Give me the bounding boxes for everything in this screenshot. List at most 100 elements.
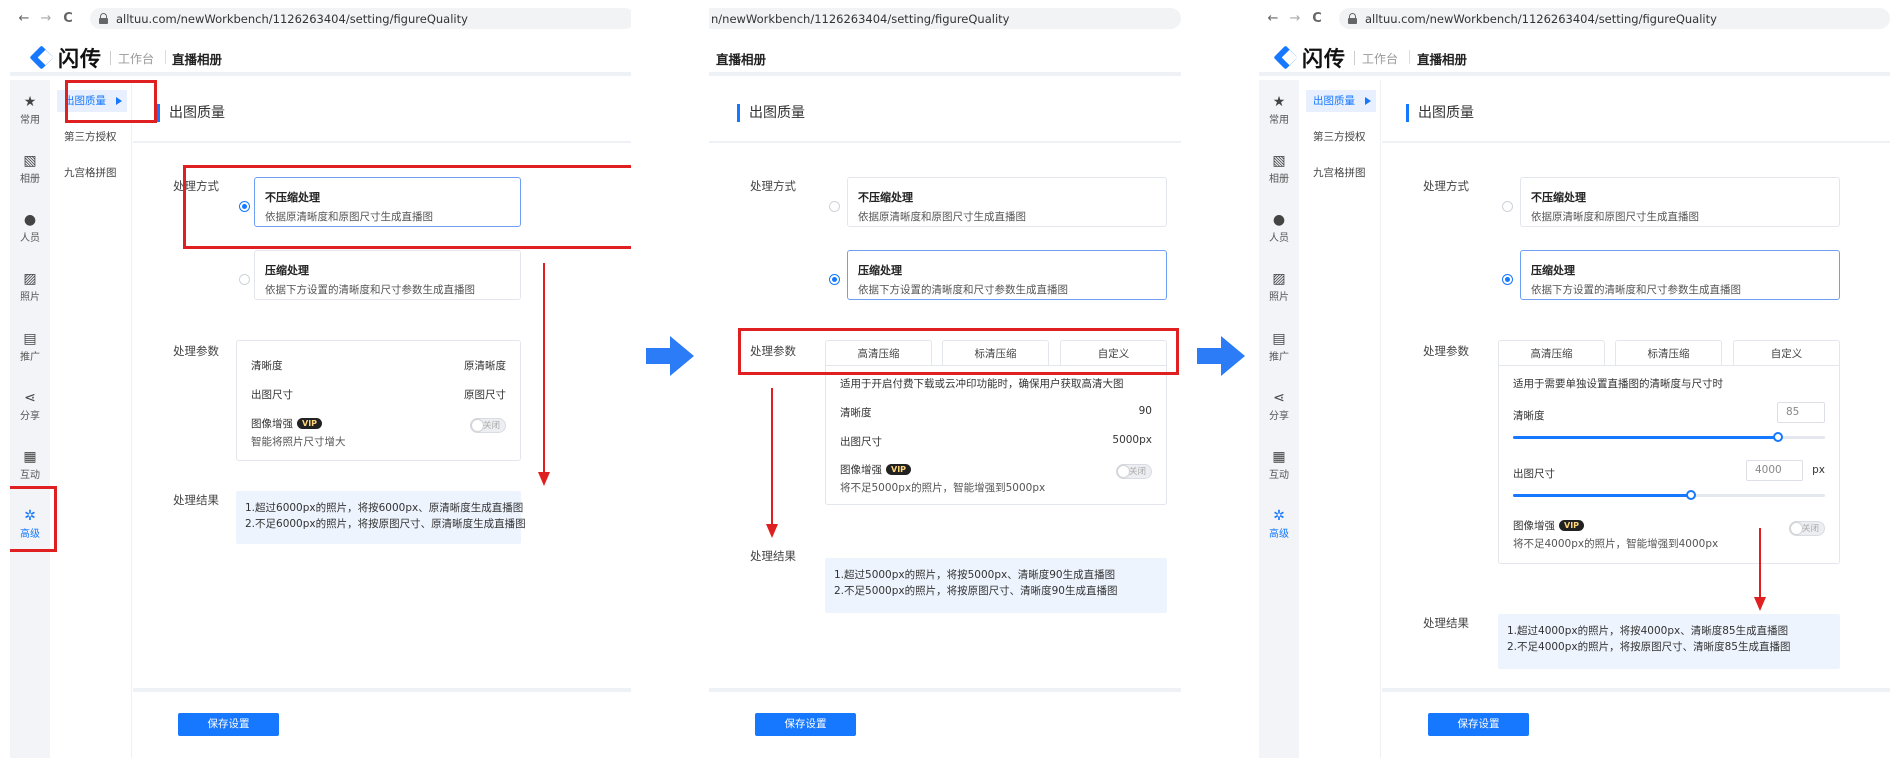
annotation-arrow	[771, 388, 773, 525]
submenu-third-party[interactable]: 第三方授权	[1306, 126, 1376, 148]
save-button[interactable]: 保存设置	[1428, 713, 1529, 736]
save-button[interactable]: 保存设置	[755, 713, 856, 736]
main-content: 出图质量 处理方式 不压缩处理 依据原清晰度和原图尺寸生成直播图 压缩处理 依据…	[709, 80, 1181, 758]
clarity-input[interactable]: 85	[1777, 402, 1825, 423]
tutorial-collage: ← → C alltuu.com/newWorkbench/1126263404…	[0, 0, 1890, 758]
app-header: 闪传 工作台 直播相册	[1259, 40, 1890, 76]
address-bar[interactable]: alltuu.com/newWorkbench/1126263404/setti…	[90, 8, 631, 29]
reload-icon[interactable]: C	[58, 11, 78, 26]
option-nocompress[interactable]: 不压缩处理 依据原清晰度和原图尺寸生成直播图	[1520, 177, 1840, 227]
url-text: n/newWorkbench/1126263404/setting/figure…	[711, 11, 1010, 26]
nav-item-common[interactable]: ★ 常用	[10, 94, 50, 126]
logo-name: 闪传	[58, 47, 102, 71]
lock-icon	[99, 13, 108, 24]
nav-item-common[interactable]: ★ 常用	[1259, 94, 1299, 126]
nav-item-share[interactable]: ⋖ 分享	[10, 390, 50, 422]
annotation-arrow-head	[1754, 597, 1766, 611]
option-nocompress[interactable]: 不压缩处理 依据原清晰度和原图尺寸生成直播图	[847, 177, 1167, 227]
radio-compress[interactable]	[1502, 274, 1513, 285]
tab-sd-compress[interactable]: 标清压缩	[1615, 340, 1722, 366]
nav-item-photos[interactable]: ▨ 照片	[1259, 271, 1299, 303]
url-text: alltuu.com/newWorkbench/1126263404/setti…	[116, 11, 468, 26]
enhance-toggle[interactable]: 关闭	[1789, 521, 1825, 536]
chat-icon: ▦	[1272, 449, 1286, 465]
submenu-third-party[interactable]: 第三方授权	[57, 126, 127, 148]
params-box: 清晰度 原清晰度 出图尺寸 原图尺寸 图像增强 VIP 智能将照片尺寸增大 关闭	[236, 340, 521, 461]
nav-item-promote[interactable]: ▤ 推广	[10, 331, 50, 363]
option-compress[interactable]: 压缩处理 依据下方设置的清晰度和尺寸参数生成直播图	[1520, 250, 1840, 300]
nav-item-interact[interactable]: ▦ 互动	[1259, 449, 1299, 481]
nav-item-album[interactable]: ▧ 相册	[10, 153, 50, 185]
enhance-toggle[interactable]: 关闭	[1116, 464, 1152, 479]
settings-submenu: 出图质量 第三方授权 九宫格拼图	[50, 80, 132, 758]
enhance-toggle[interactable]: 关闭	[470, 418, 506, 433]
nav-item-interact[interactable]: ▦ 互动	[10, 449, 50, 481]
address-bar[interactable]: alltuu.com/newWorkbench/1126263404/setti…	[1339, 8, 1890, 29]
reload-icon[interactable]: C	[1307, 11, 1327, 26]
star-icon: ★	[1272, 94, 1286, 110]
icon-nav: ★ 常用 ▧ 相册 ● 人员 ▨ 照片 ▤ 推广 ⋖ 分享 ▦ 互动 ✲ 高级	[10, 80, 50, 758]
radio-compress[interactable]	[239, 274, 250, 285]
nav-item-people[interactable]: ● 人员	[1259, 212, 1299, 244]
nav-item-photos[interactable]: ▨ 照片	[10, 271, 50, 303]
highlight-image-quality	[65, 80, 157, 123]
nav-item-album[interactable]: ▧ 相册	[1259, 153, 1299, 185]
vip-badge: VIP	[1559, 520, 1585, 531]
clarity-slider[interactable]	[1513, 432, 1825, 442]
gear-icon: ✲	[1273, 508, 1285, 524]
submenu-nine-grid[interactable]: 九宫格拼图	[57, 162, 127, 184]
address-bar[interactable]: n/newWorkbench/1126263404/setting/figure…	[709, 8, 1181, 29]
radio-nocompress[interactable]	[1502, 201, 1513, 212]
back-icon[interactable]: ←	[1263, 11, 1283, 26]
app-header: 直播相册	[709, 40, 1181, 76]
logo[interactable]: 闪传 工作台	[1274, 43, 1398, 73]
footer-bar: 保存设置	[133, 688, 631, 758]
section-title: 出图质量	[737, 104, 805, 122]
flow-arrow-2	[1197, 336, 1245, 376]
size-slider-handle[interactable]	[1685, 490, 1696, 500]
flow-arrow-1	[646, 336, 694, 376]
browser-bar: ← → C alltuu.com/newWorkbench/1126263404…	[10, 6, 631, 31]
submenu-image-quality[interactable]: 出图质量	[1306, 90, 1376, 112]
footer-bar: 保存设置	[1382, 688, 1890, 758]
clarity-slider-handle[interactable]	[1773, 432, 1784, 442]
params-label: 处理参数	[1423, 344, 1469, 358]
app-header: 闪传 工作台 直播相册	[10, 40, 631, 76]
save-button[interactable]: 保存设置	[178, 713, 279, 736]
screenshot-panel-2: n/newWorkbench/1126263404/setting/figure…	[709, 0, 1181, 758]
radio-compress[interactable]	[829, 274, 840, 285]
radio-nocompress[interactable]	[829, 201, 840, 212]
logo[interactable]: 闪传 工作台	[30, 43, 154, 73]
option-compress[interactable]: 压缩处理 依据下方设置的清晰度和尺寸参数生成直播图	[847, 250, 1167, 300]
tab-hd-compress[interactable]: 高清压缩	[1498, 340, 1605, 366]
result-box: 1.超过6000px的照片，将按6000px、原清晰度生成直播图 2.不足600…	[236, 491, 526, 544]
browser-bar: n/newWorkbench/1126263404/setting/figure…	[709, 6, 1181, 31]
tab-custom[interactable]: 自定义	[1733, 340, 1840, 366]
params-label: 处理参数	[173, 344, 219, 358]
result-label: 处理结果	[750, 549, 796, 563]
screenshot-panel-3: ← → C alltuu.com/newWorkbench/1126263404…	[1259, 0, 1890, 758]
back-icon[interactable]: ←	[14, 11, 34, 26]
album-icon: ▧	[1272, 153, 1286, 169]
photo-icon: ▨	[23, 271, 37, 287]
forward-icon[interactable]: →	[1285, 11, 1305, 26]
size-input[interactable]: 4000	[1746, 460, 1803, 481]
highlight-advanced	[10, 486, 57, 552]
annotation-arrow	[1759, 528, 1761, 598]
params-box: 适用于需要单独设置直播图的清晰度与尺寸时 清晰度 85 出图尺寸 4000 px…	[1498, 365, 1840, 564]
size-unit: px	[1812, 464, 1825, 476]
option-compress[interactable]: 压缩处理 依据下方设置的清晰度和尺寸参数生成直播图	[254, 250, 521, 300]
nav-item-share[interactable]: ⋖ 分享	[1259, 390, 1299, 422]
nav-item-people[interactable]: ● 人员	[10, 212, 50, 244]
result-label: 处理结果	[1423, 616, 1469, 630]
size-slider[interactable]	[1513, 490, 1825, 500]
nav-item-advanced[interactable]: ✲ 高级	[1259, 508, 1299, 540]
submenu-nine-grid[interactable]: 九宫格拼图	[1306, 162, 1376, 184]
person-icon: ●	[23, 212, 37, 228]
nav-item-promote[interactable]: ▤ 推广	[1259, 331, 1299, 363]
highlight-method	[183, 165, 631, 249]
forward-icon[interactable]: →	[36, 11, 56, 26]
footer-bar: 保存设置	[709, 688, 1181, 758]
logo-subtitle: 工作台	[1362, 51, 1399, 66]
url-text: alltuu.com/newWorkbench/1126263404/setti…	[1365, 11, 1717, 26]
